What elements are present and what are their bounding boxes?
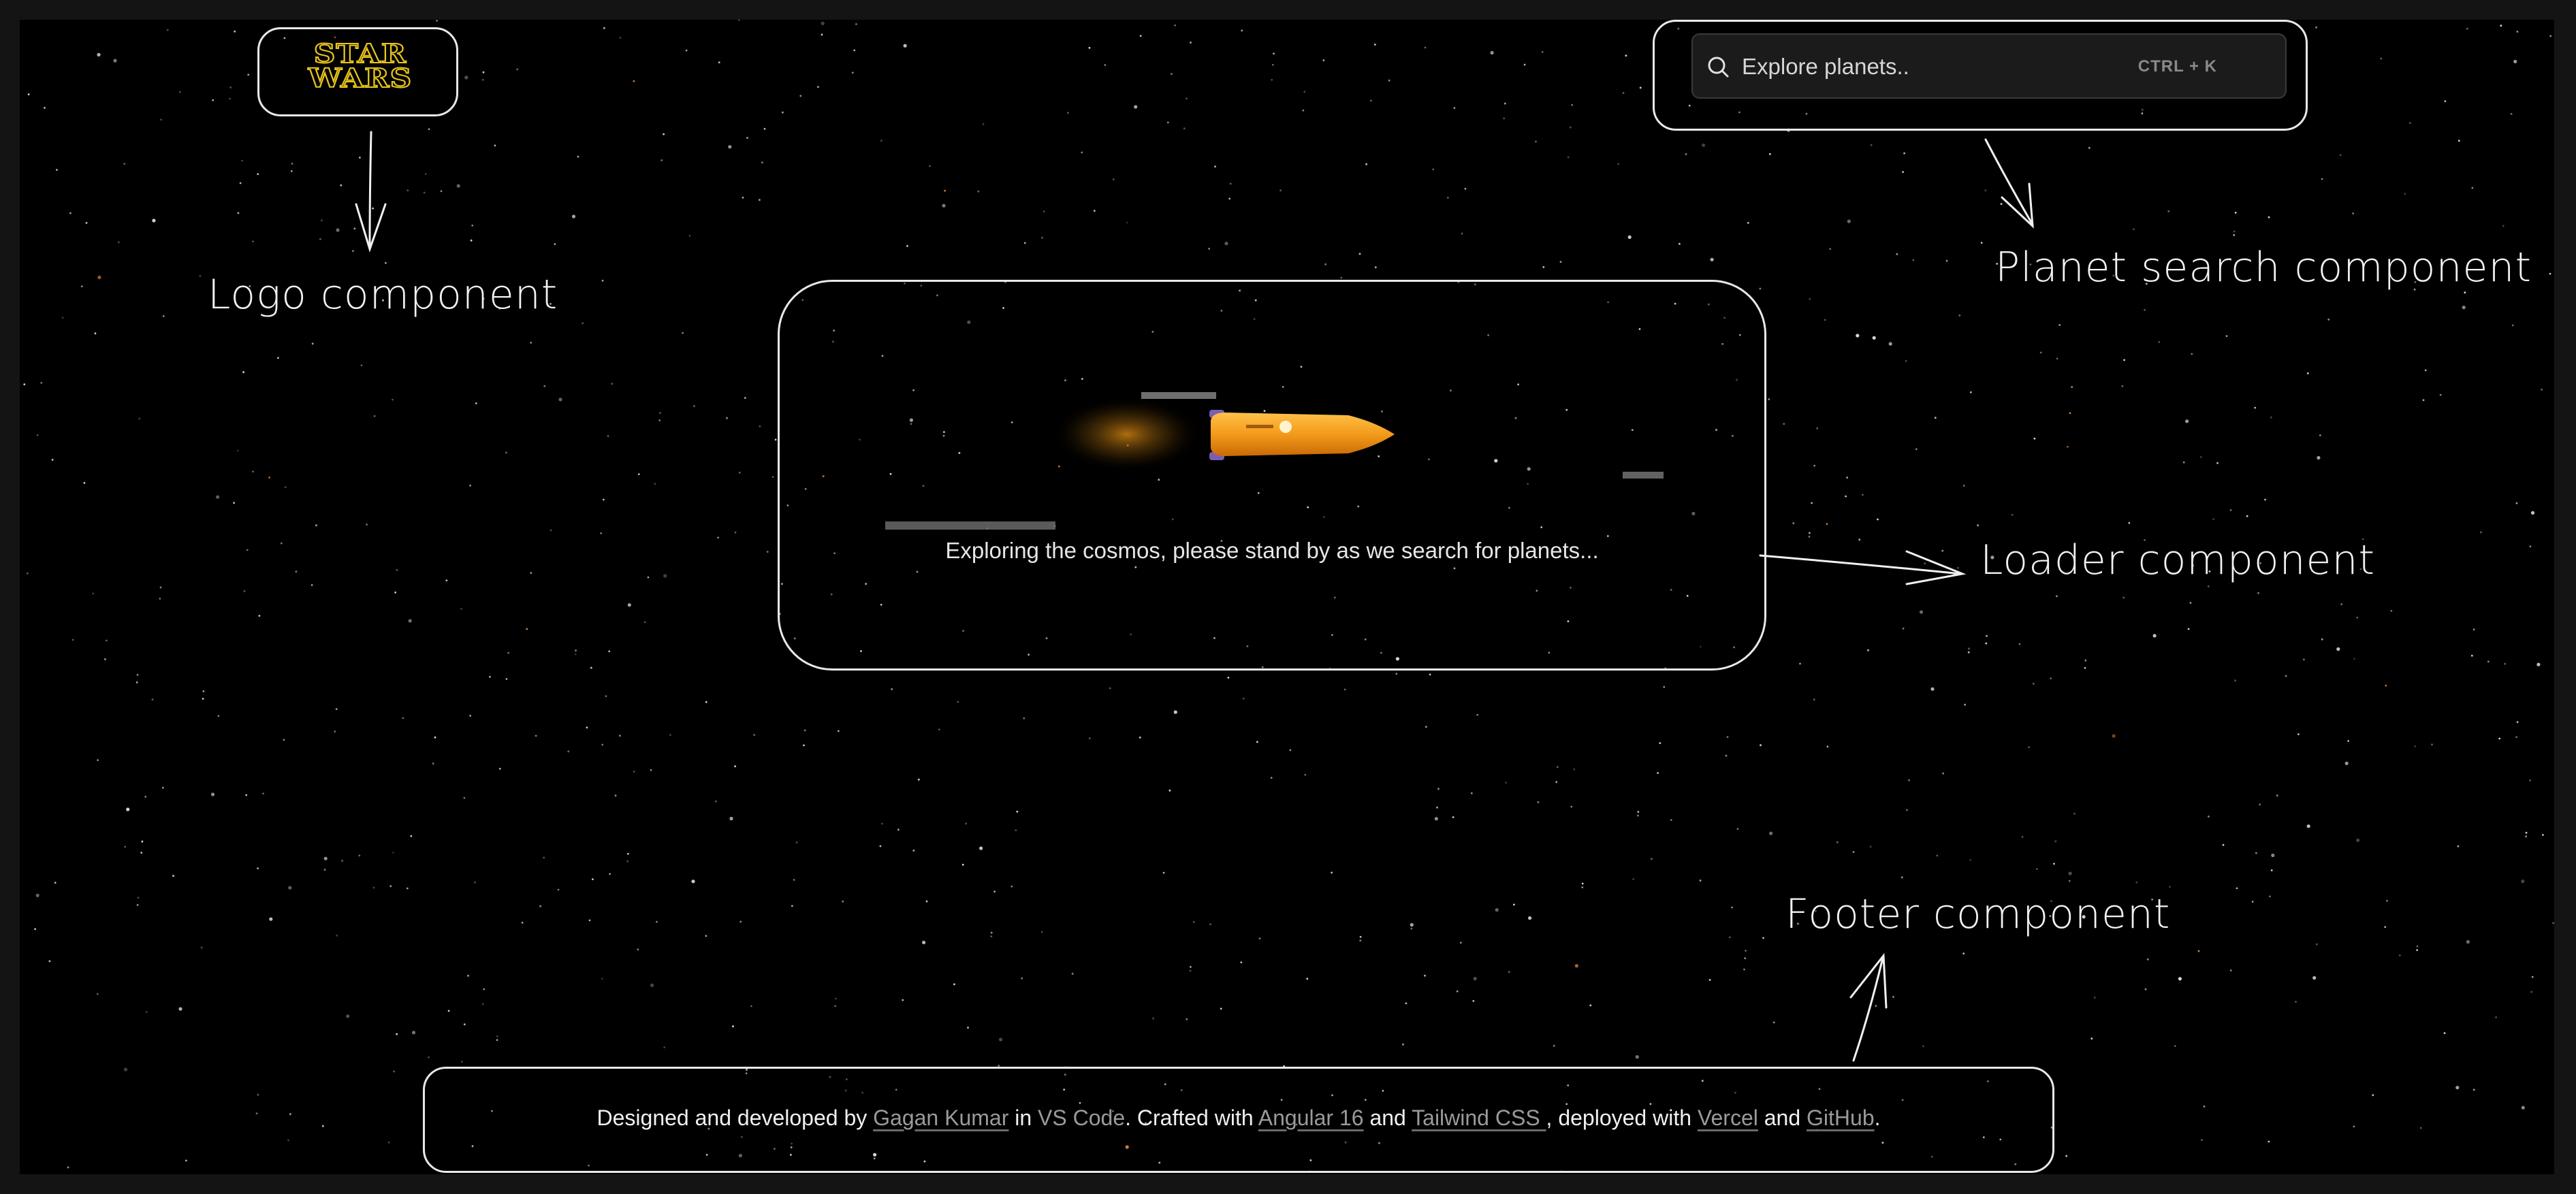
author-link[interactable]: Gagan Kumar [873,1106,1008,1130]
speed-line [1623,472,1664,479]
footer-text: Designed and developed by [597,1106,874,1130]
loader-speed-lines [885,472,1664,530]
tailwind-link[interactable]: Tailwind CSS [1412,1106,1546,1130]
footer-text: . [1874,1106,1881,1130]
footer-annotation-label: Footer component [1785,890,2171,938]
footer-text: , deployed with [1546,1106,1698,1130]
vercel-link[interactable]: Vercel [1698,1106,1758,1130]
footer-text: and [1758,1106,1807,1130]
speed-line [885,521,1055,530]
footer-text: and [1363,1106,1412,1130]
editor-name: VS Code [1038,1106,1126,1130]
loader-annotation-label: Loader component [1980,536,2376,584]
footer-credits: Designed and developed by Gagan Kumar in… [423,1106,2054,1131]
github-link[interactable]: GitHub [1807,1106,1875,1130]
loader-message: Exploring the cosmos, please stand by as… [945,538,1599,563]
footer-text: in [1008,1106,1038,1130]
footer-text: . Crafted with [1125,1106,1258,1130]
angular-link[interactable]: Angular 16 [1258,1106,1364,1130]
